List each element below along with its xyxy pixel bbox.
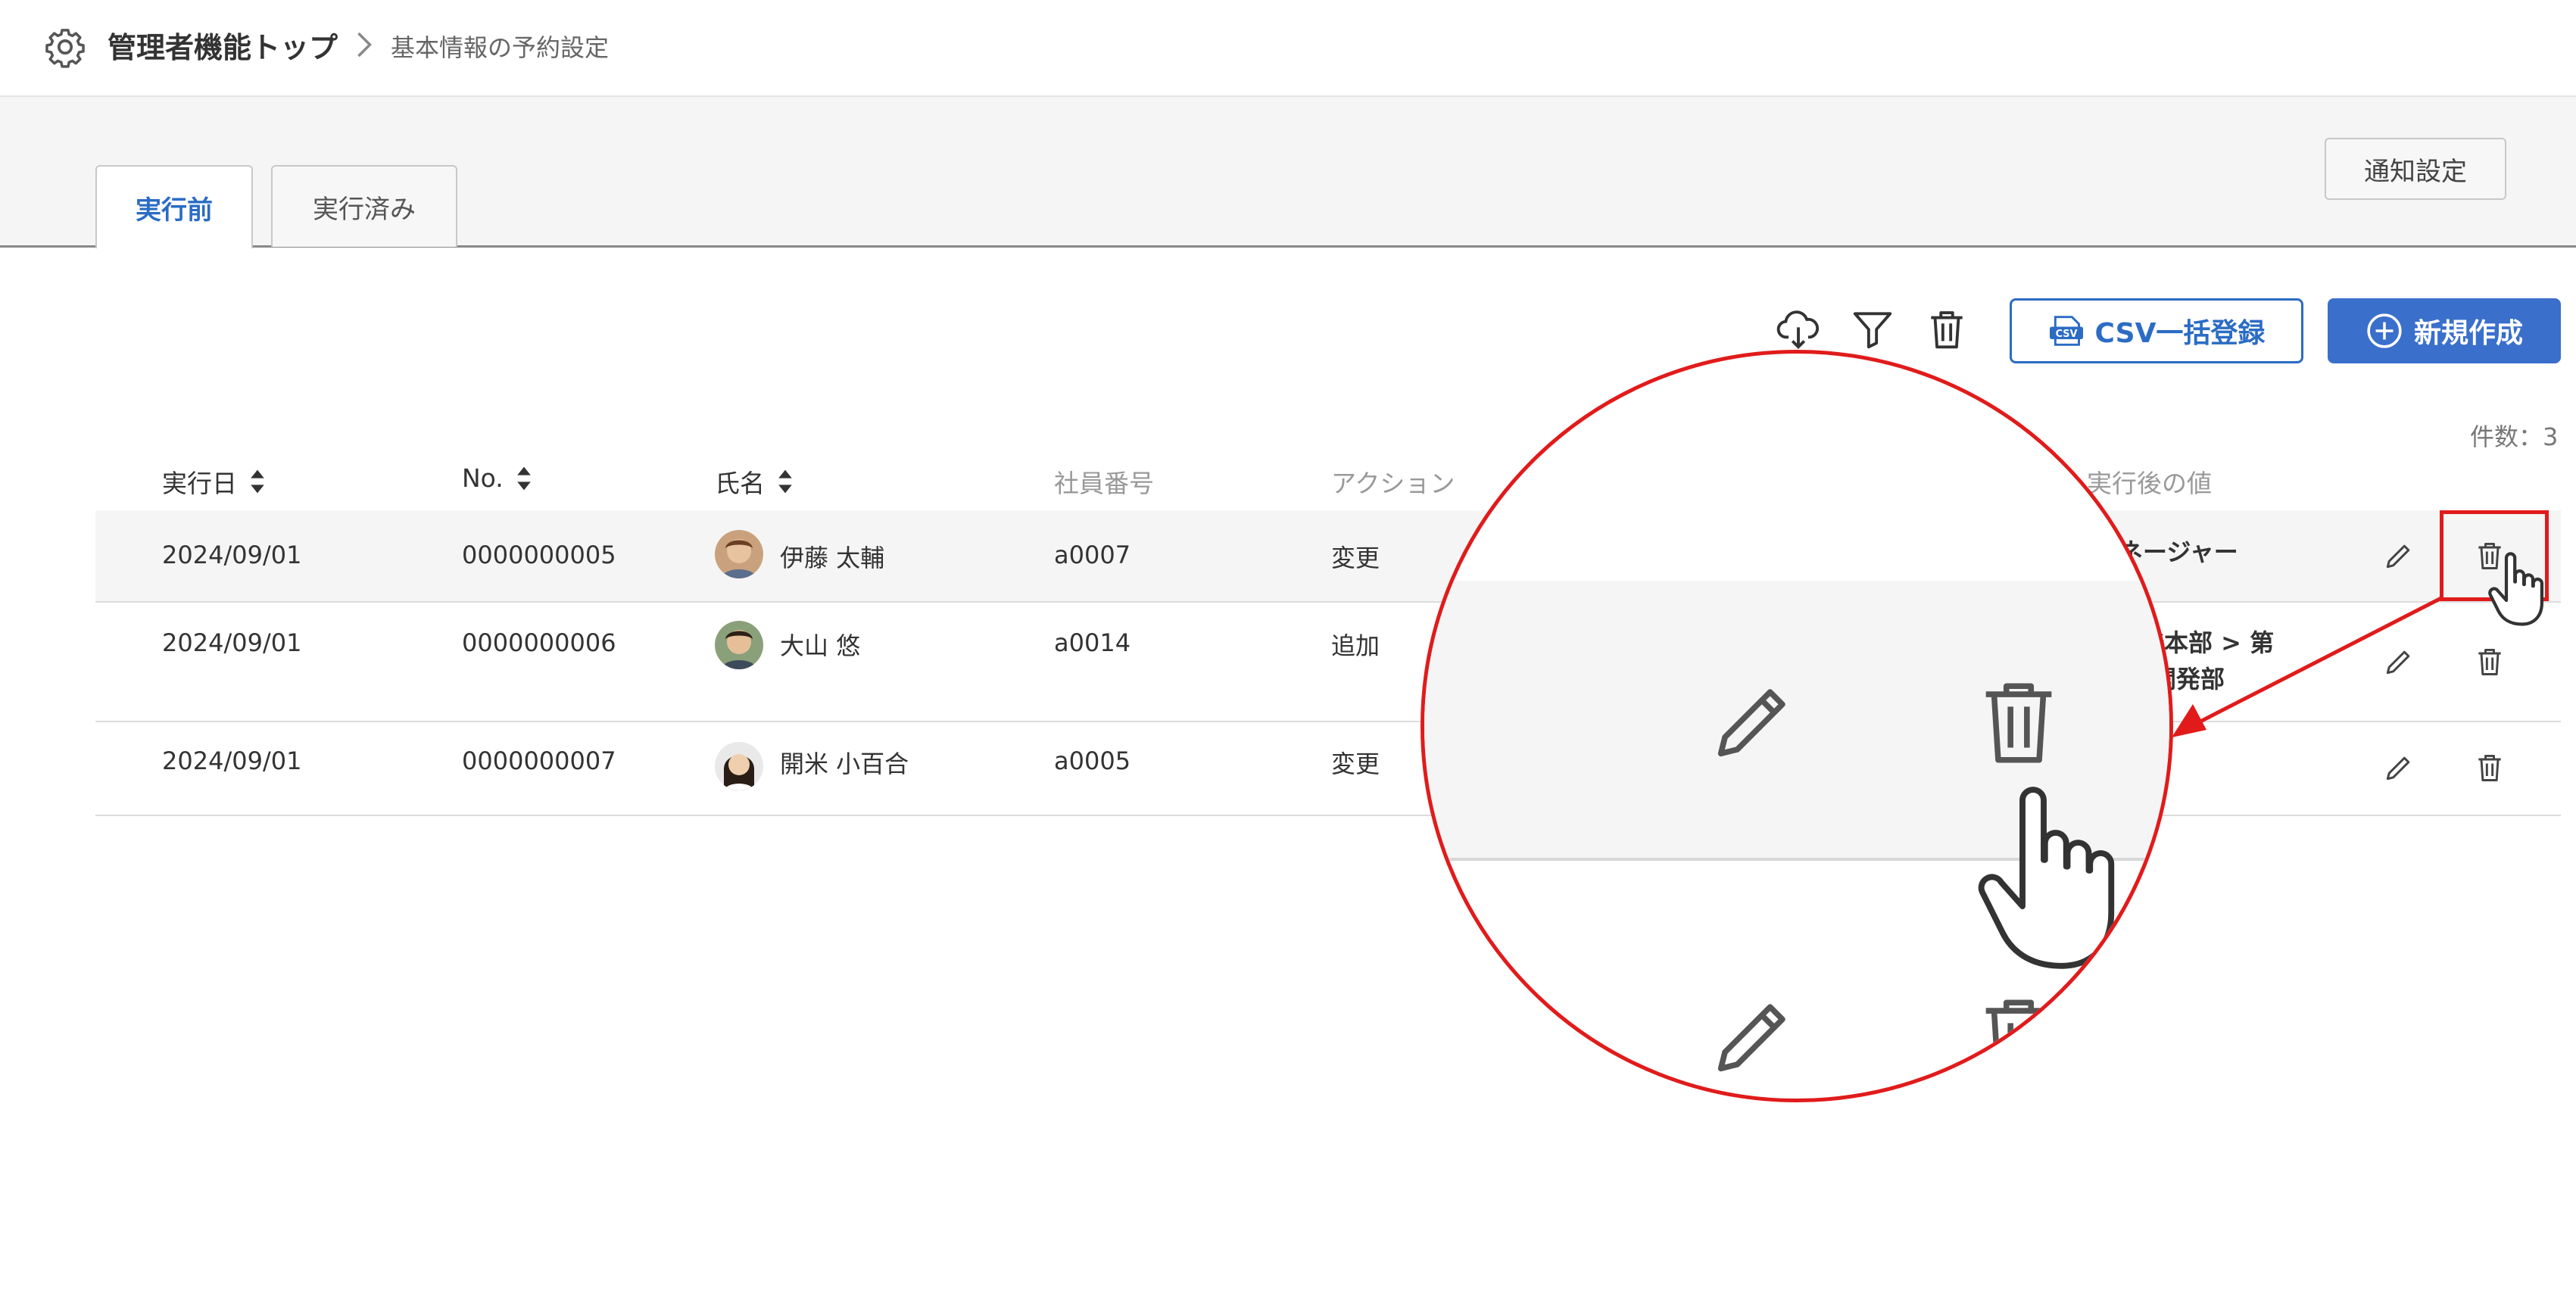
- row-no: 0000000006: [462, 628, 616, 657]
- gear-icon[interactable]: [44, 26, 86, 68]
- column-name-label: 氏名: [715, 469, 765, 498]
- row-date: 2024/09/01: [162, 747, 302, 775]
- pencil-icon[interactable]: [2382, 539, 2415, 572]
- trash-icon: [1985, 683, 2052, 763]
- chevron-right-icon: [357, 32, 372, 58]
- row-after-value: ネージャー: [2119, 538, 2238, 566]
- row-employee-no: a0007: [1054, 541, 1131, 569]
- trash-icon[interactable]: [1923, 306, 1970, 353]
- row-action: 追加: [1331, 631, 1380, 660]
- row-no: 0000000005: [462, 541, 616, 569]
- breadcrumb-current: 基本情報の予約設定: [391, 33, 610, 62]
- create-new-label: 新規作成: [2413, 318, 2523, 349]
- sort-icon: [778, 469, 792, 494]
- trash-icon[interactable]: [2473, 645, 2506, 678]
- trash-icon[interactable]: [2473, 751, 2506, 784]
- table-row[interactable]: 2024/09/01 0000000005 伊藤 太輔 a0007 変更 ネージ…: [95, 510, 2561, 603]
- table-row[interactable]: 2024/09/01 0000000007 開米 小百合 a0005 変更: [95, 722, 2561, 816]
- avatar: [715, 742, 763, 790]
- notification-settings-button[interactable]: 通知設定: [2325, 138, 2506, 200]
- cloud-download-icon[interactable]: [1775, 306, 1822, 353]
- sort-icon: [516, 466, 531, 490]
- csv-file-icon: CSV: [2049, 316, 2083, 346]
- row-employee-no: a0005: [1054, 747, 1131, 775]
- row-name: 開米 小百合: [780, 750, 909, 778]
- row-date: 2024/09/01: [162, 628, 302, 657]
- plus-circle-icon: [2367, 313, 2402, 348]
- avatar: [715, 530, 763, 578]
- row-name: 伊藤 太輔: [780, 544, 885, 572]
- pencil-icon: [1717, 689, 1785, 757]
- csv-bulk-register-label: CSV一括登録: [2094, 318, 2266, 349]
- zoom-magnifier: [1421, 350, 2173, 1102]
- pencil-icon[interactable]: [2382, 751, 2415, 784]
- avatar: [715, 621, 763, 669]
- top-bar: [0, 0, 2576, 97]
- row-no: 0000000007: [462, 747, 616, 775]
- column-header-after-value: 実行後の値: [2087, 469, 2212, 498]
- column-header-date[interactable]: 実行日: [162, 463, 266, 500]
- hand-cursor-icon: [2488, 552, 2543, 626]
- column-no-label: No.: [462, 463, 504, 493]
- column-date-label: 実行日: [162, 469, 237, 498]
- tab-before-execution[interactable]: 実行前: [95, 165, 253, 248]
- sort-icon: [251, 469, 264, 494]
- svg-text:CSV: CSV: [2055, 329, 2077, 340]
- filter-icon[interactable]: [1849, 306, 1896, 353]
- pencil-icon: [1717, 1004, 1785, 1072]
- create-new-button[interactable]: 新規作成: [2328, 298, 2561, 363]
- row-date: 2024/09/01: [162, 541, 302, 569]
- column-header-name[interactable]: 氏名: [715, 463, 794, 500]
- hand-cursor-icon: [1978, 787, 2115, 969]
- row-name: 大山 悠: [780, 631, 861, 660]
- column-header-no[interactable]: No.: [462, 463, 532, 493]
- table-row[interactable]: 2024/09/01 0000000006 大山 悠 a0014 追加 発本部 …: [95, 603, 2561, 722]
- column-header-action: アクション: [1331, 469, 1455, 498]
- tab-executed[interactable]: 実行済み: [271, 165, 457, 247]
- csv-bulk-register-button[interactable]: CSV CSV一括登録: [2010, 298, 2303, 363]
- pencil-icon[interactable]: [2382, 645, 2415, 678]
- column-header-employee-no: 社員番号: [1054, 469, 1154, 498]
- row-action: 変更: [1331, 750, 1380, 778]
- row-employee-no: a0014: [1054, 628, 1131, 657]
- trash-icon: [1985, 999, 2052, 1080]
- record-count: 件数：3: [2470, 422, 2559, 451]
- breadcrumb-top-link[interactable]: 管理者機能トップ: [108, 24, 338, 66]
- row-action: 変更: [1331, 544, 1380, 572]
